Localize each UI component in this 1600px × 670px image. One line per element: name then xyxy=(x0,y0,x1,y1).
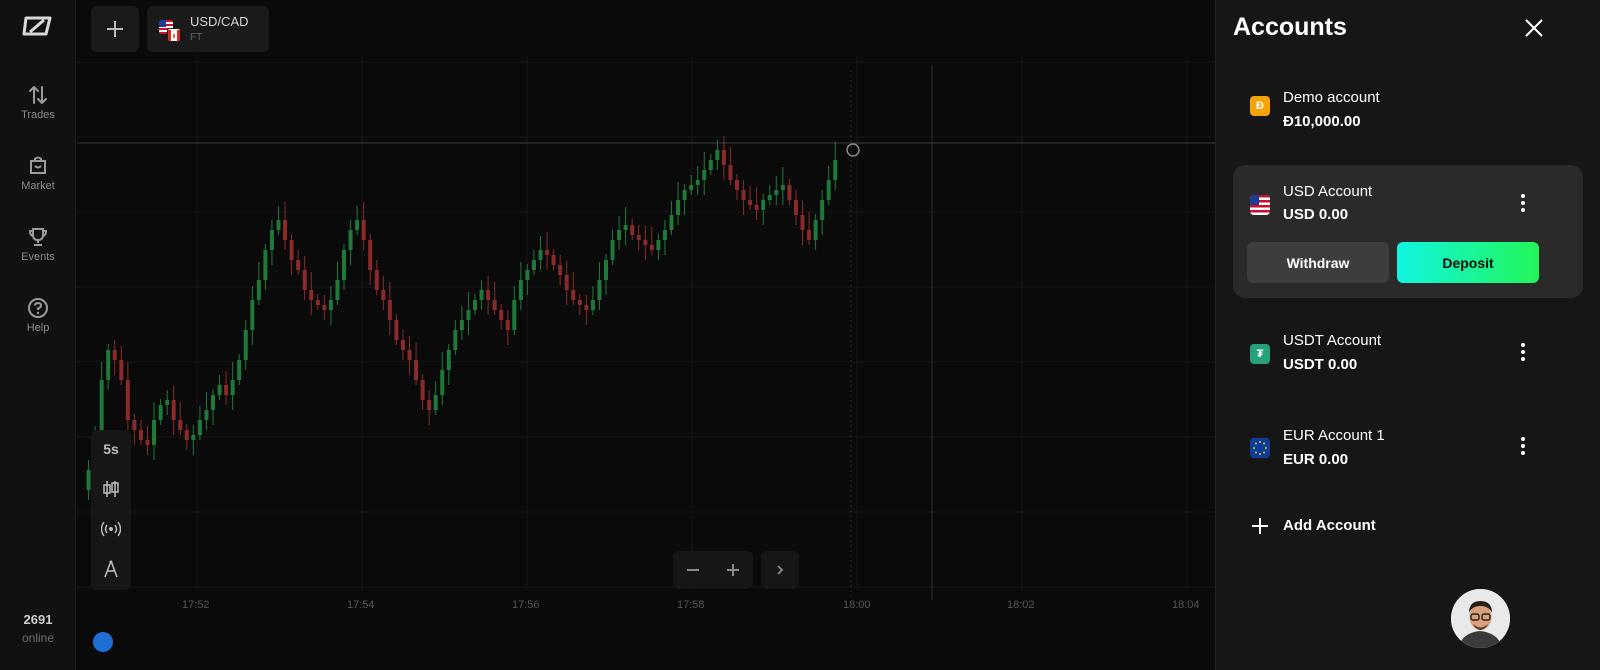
account-item-usdt[interactable]: ₮ USDT Account USDT 0.00 xyxy=(1233,329,1583,379)
add-asset-button[interactable] xyxy=(91,6,139,52)
us-flag-icon xyxy=(1250,195,1270,215)
panel-title: Accounts xyxy=(1233,13,1347,41)
add-account-button[interactable]: Add Account xyxy=(1233,514,1433,540)
asset-type: FT xyxy=(190,32,203,43)
nav-help[interactable]: Help xyxy=(0,297,76,334)
account-balance: EUR 0.00 xyxy=(1283,451,1349,468)
time-label: 18:00 xyxy=(843,599,871,611)
nav-events-label: Events xyxy=(21,251,55,263)
account-item-eur[interactable]: EUR Account 1 EUR 0.00 xyxy=(1233,423,1583,473)
nav-market[interactable]: Market xyxy=(0,155,76,192)
candles-icon xyxy=(103,481,119,497)
add-account-label: Add Account xyxy=(1283,517,1376,534)
time-label: 17:52 xyxy=(182,599,210,611)
withdraw-button[interactable]: Withdraw xyxy=(1247,242,1389,283)
nav-trades[interactable]: Trades xyxy=(0,84,76,121)
signals-button[interactable] xyxy=(91,511,131,547)
account-balance: USD 0.00 xyxy=(1283,206,1349,223)
zoom-out-button[interactable] xyxy=(673,551,713,589)
trades-icon xyxy=(29,86,47,104)
compass-icon xyxy=(104,560,118,578)
account-balance: USDT 0.00 xyxy=(1283,356,1358,373)
nav-help-label: Help xyxy=(26,322,50,334)
plus-icon xyxy=(1252,518,1268,534)
account-name: Demo account xyxy=(1283,89,1380,106)
account-balance: Đ10,000.00 xyxy=(1283,113,1361,130)
nav-market-label: Market xyxy=(21,180,55,192)
account-name: EUR Account 1 xyxy=(1283,427,1385,444)
help-icon xyxy=(28,298,48,318)
logo[interactable] xyxy=(20,14,54,38)
chart-tools-panel: 5s xyxy=(91,430,131,590)
accounts-panel: Accounts Đ Demo account Đ10,000.00 USD A… xyxy=(1215,0,1600,670)
avatar[interactable] xyxy=(1451,589,1510,648)
chart-area[interactable]: USD/CAD FT 5s 17:52 17:54 17:56 17:58 18… xyxy=(77,0,1215,670)
more-options-icon[interactable] xyxy=(1513,190,1533,216)
candles xyxy=(86,136,838,500)
trophy-icon xyxy=(28,228,48,246)
time-label: 18:04 xyxy=(1172,599,1200,611)
plus-icon xyxy=(107,21,123,37)
scroll-to-latest-button[interactable] xyxy=(761,551,799,589)
left-sidebar: Trades Market Events Help 2691 online xyxy=(0,0,76,670)
broadcast-icon xyxy=(101,521,121,537)
chart-grid xyxy=(77,55,1215,600)
time-label: 17:56 xyxy=(512,599,540,611)
online-counter: 2691 online xyxy=(0,612,76,645)
nav-events[interactable]: Events xyxy=(0,226,76,263)
plus-icon xyxy=(727,564,739,576)
asset-tab-usd-cad[interactable]: USD/CAD FT xyxy=(147,6,269,52)
online-label: online xyxy=(21,631,55,645)
account-item-usd[interactable]: USD Account USD 0.00 Withdraw Deposit xyxy=(1233,165,1583,298)
tether-icon: ₮ xyxy=(1250,344,1270,364)
asset-name: USD/CAD xyxy=(190,14,249,29)
status-indicator-icon[interactable] xyxy=(93,632,113,652)
demo-coin-icon: Đ xyxy=(1250,96,1270,116)
account-name: USD Account xyxy=(1283,183,1373,200)
deposit-button[interactable]: Deposit xyxy=(1397,242,1539,283)
close-icon[interactable] xyxy=(1522,16,1546,40)
time-label: 18:02 xyxy=(1007,599,1035,611)
candlestick-chart[interactable] xyxy=(77,0,1215,670)
online-count: 2691 xyxy=(23,612,53,627)
canada-flag-icon xyxy=(167,28,181,42)
timeframe-button[interactable]: 5s xyxy=(91,431,131,467)
minus-icon xyxy=(687,569,699,571)
zoom-controls xyxy=(673,551,753,589)
account-name: USDT Account xyxy=(1283,332,1382,349)
account-item-demo[interactable]: Đ Demo account Đ10,000.00 xyxy=(1233,84,1583,134)
eu-flag-icon xyxy=(1250,438,1270,458)
market-icon xyxy=(30,156,46,174)
more-options-icon[interactable] xyxy=(1513,339,1533,365)
time-label: 17:58 xyxy=(677,599,705,611)
chevron-right-icon xyxy=(777,565,784,575)
more-options-icon[interactable] xyxy=(1513,433,1533,459)
chart-type-button[interactable] xyxy=(91,471,131,507)
nav-trades-label: Trades xyxy=(21,109,55,121)
zoom-in-button[interactable] xyxy=(713,551,753,589)
time-label: 17:54 xyxy=(347,599,375,611)
drawing-tools-button[interactable] xyxy=(91,551,131,587)
